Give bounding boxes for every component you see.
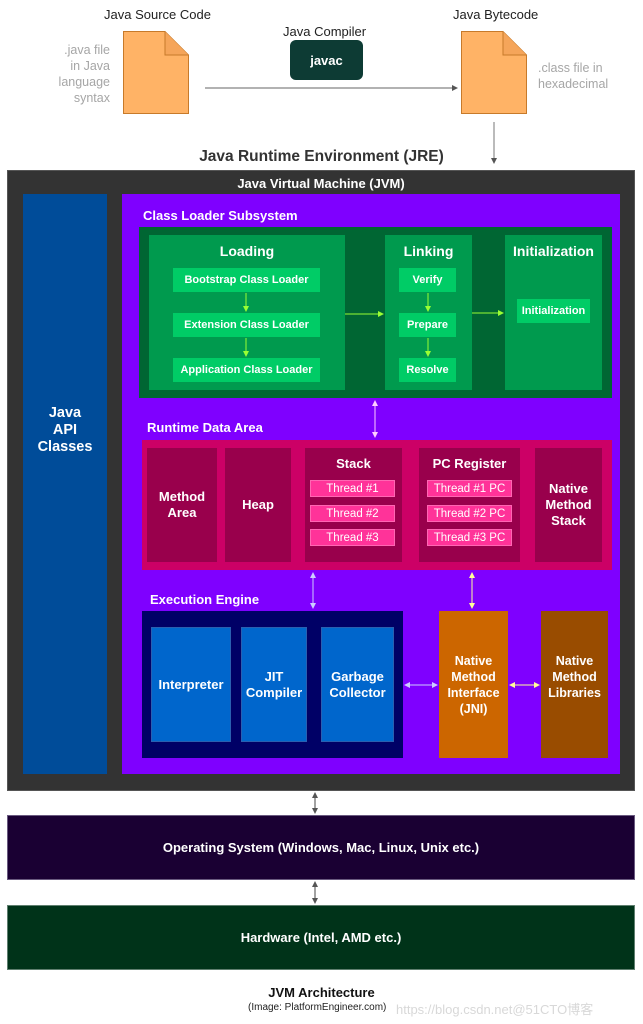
- runtime-data-area-title: Runtime Data Area: [147, 420, 263, 435]
- stack-thread-1[interactable]: Thread #1: [310, 480, 395, 497]
- jre-title: Java Runtime Environment (JRE): [199, 148, 444, 165]
- operating-system-layer[interactable]: Operating System (Windows, Mac, Linux, U…: [7, 815, 635, 880]
- stack-title: Stack: [336, 456, 371, 471]
- pc-thread-1[interactable]: Thread #1 PC: [427, 480, 512, 497]
- native-method-interface[interactable]: Native Method Interface (JNI): [439, 611, 508, 758]
- interpreter[interactable]: Interpreter: [151, 627, 231, 742]
- method-area-line: Area: [167, 505, 197, 520]
- method-area-line: Method: [158, 489, 206, 504]
- jit-line: Compiler: [245, 684, 303, 700]
- pc-register-title: PC Register: [432, 456, 507, 471]
- pc-thread-2[interactable]: Thread #2 PC: [427, 505, 512, 522]
- native-method-stack[interactable]: Native Method Stack: [535, 448, 602, 562]
- source-desc-line: syntax: [73, 91, 110, 105]
- source-desc-line: in Java: [70, 59, 110, 73]
- image-credit: (Image: PlatformEngineer.com): [248, 1002, 387, 1013]
- nlib-line: Libraries: [548, 685, 601, 700]
- resolve-step[interactable]: Resolve: [399, 358, 456, 382]
- bytecode-desc-line: .class file in: [538, 61, 603, 75]
- class-file-icon: [461, 31, 527, 114]
- bytecode-title: Java Bytecode: [453, 7, 539, 22]
- initialization-step[interactable]: Initialization: [517, 299, 590, 323]
- diagram-caption: JVM Architecture: [268, 985, 375, 1000]
- method-area[interactable]: Method Area: [147, 448, 217, 562]
- source-code-description: .java file in Java language syntax: [48, 42, 110, 106]
- nlib-line: Method: [552, 669, 597, 684]
- api-label-line: Java: [48, 405, 82, 421]
- execution-engine-title: Execution Engine: [150, 592, 260, 607]
- java-source-file-icon: [123, 31, 189, 114]
- initialization-title: Initialization: [513, 243, 594, 259]
- prepare-step[interactable]: Prepare: [399, 313, 456, 337]
- native-stack-line: Method: [545, 497, 592, 512]
- nlib-line: Native: [555, 653, 594, 668]
- api-label-line: Classes: [37, 439, 93, 455]
- heap[interactable]: Heap: [225, 448, 291, 562]
- garbage-collector[interactable]: Garbage Collector: [321, 627, 394, 742]
- java-api-classes-label: Java API Classes: [23, 405, 107, 456]
- extension-class-loader[interactable]: Extension Class Loader: [173, 313, 320, 337]
- pc-thread-3[interactable]: Thread #3 PC: [427, 529, 512, 546]
- source-desc-line: language: [58, 75, 110, 89]
- class-loader-subsystem-title: Class Loader Subsystem: [143, 208, 298, 223]
- bootstrap-class-loader[interactable]: Bootstrap Class Loader: [173, 268, 320, 292]
- stack-thread-2[interactable]: Thread #2: [310, 505, 395, 522]
- jni-line: Interface: [447, 685, 500, 700]
- java-api-classes-panel[interactable]: [23, 194, 107, 774]
- hardware-layer[interactable]: Hardware (Intel, AMD etc.): [7, 905, 635, 970]
- jni-line: Method: [451, 669, 496, 684]
- gc-line: Garbage: [331, 668, 384, 684]
- gc-line: Collector: [329, 684, 386, 700]
- source-code-title: Java Source Code: [104, 7, 211, 22]
- bytecode-desc-line: hexadecimal: [538, 77, 609, 91]
- compiler-title: Java Compiler: [283, 24, 367, 39]
- jit-line: JIT: [264, 668, 284, 684]
- loading-title: Loading: [219, 243, 275, 259]
- verify-step[interactable]: Verify: [399, 268, 456, 292]
- native-stack-line: Native: [548, 481, 589, 496]
- bytecode-description: .class file in hexadecimal: [538, 60, 608, 92]
- api-label-line: API: [52, 422, 78, 438]
- jvm-title: Java Virtual Machine (JVM): [237, 176, 405, 191]
- native-method-libraries[interactable]: Native Method Libraries: [541, 611, 608, 758]
- watermark: https://blog.csdn.net@51CTO博客: [396, 1002, 594, 1017]
- jit-compiler[interactable]: JIT Compiler: [241, 627, 307, 742]
- jni-line: Native: [454, 653, 493, 668]
- native-stack-line: Stack: [551, 513, 586, 528]
- linking-title: Linking: [403, 243, 454, 259]
- source-desc-line: .java file: [64, 43, 110, 57]
- jni-line: (JNI): [459, 701, 488, 716]
- stack-thread-3[interactable]: Thread #3: [310, 529, 395, 546]
- application-class-loader[interactable]: Application Class Loader: [173, 358, 320, 382]
- javac-button[interactable]: javac: [290, 40, 363, 80]
